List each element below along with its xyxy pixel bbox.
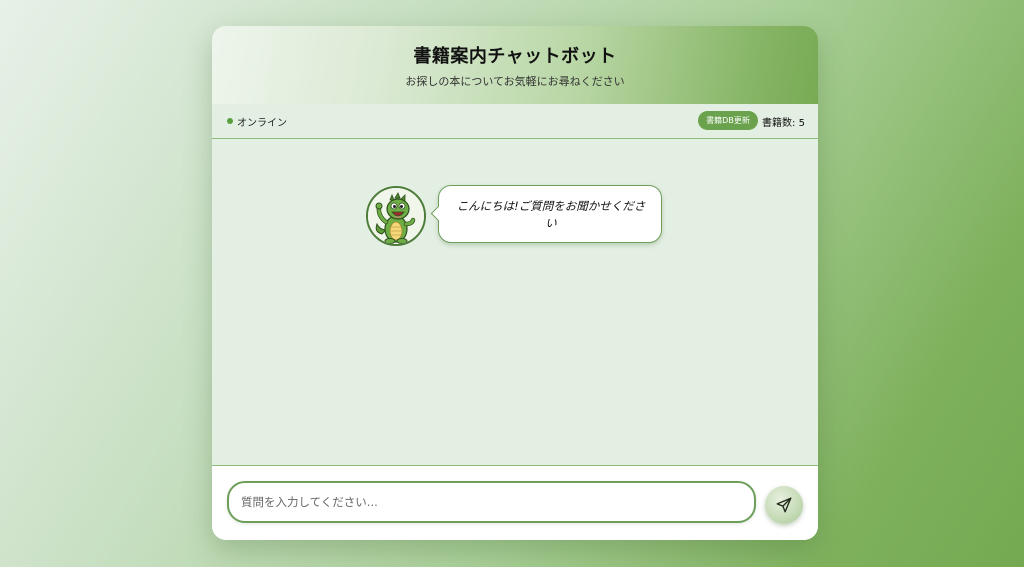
chat-window: 書籍案内チャットボット お探しの本についてお気軽にお尋ねください オンライン 書…: [212, 26, 818, 540]
update-book-db-button[interactable]: 書籍DB更新: [698, 111, 758, 130]
bot-message-text: こんにちは!ご質問をお聞かせください: [456, 199, 646, 230]
send-icon: [776, 497, 792, 513]
composer: [212, 466, 818, 540]
page-title: 書籍案内チャットボット: [413, 46, 617, 67]
question-input[interactable]: [227, 481, 756, 523]
book-count: 書籍数: 5: [762, 114, 805, 129]
dinosaur-mascot-icon: [368, 188, 424, 244]
message-list: こんにちは!ご質問をお聞かせください: [212, 139, 818, 466]
page-subtitle: お探しの本についてお気軽にお尋ねください: [405, 75, 625, 88]
bot-avatar: [366, 186, 426, 246]
send-button[interactable]: [765, 486, 803, 524]
bot-message-bubble: こんにちは!ご質問をお聞かせください: [430, 185, 662, 243]
bubble-tail: [430, 205, 447, 222]
book-count-value: 5: [798, 118, 805, 129]
chat-header: 書籍案内チャットボット お探しの本についてお気軽にお尋ねください: [212, 26, 818, 104]
book-count-label: 書籍数:: [762, 118, 799, 129]
online-indicator-icon: [227, 118, 233, 124]
online-status-text: オンライン: [237, 118, 287, 129]
status-bar: オンライン 書籍DB更新 書籍数: 5: [212, 104, 818, 139]
